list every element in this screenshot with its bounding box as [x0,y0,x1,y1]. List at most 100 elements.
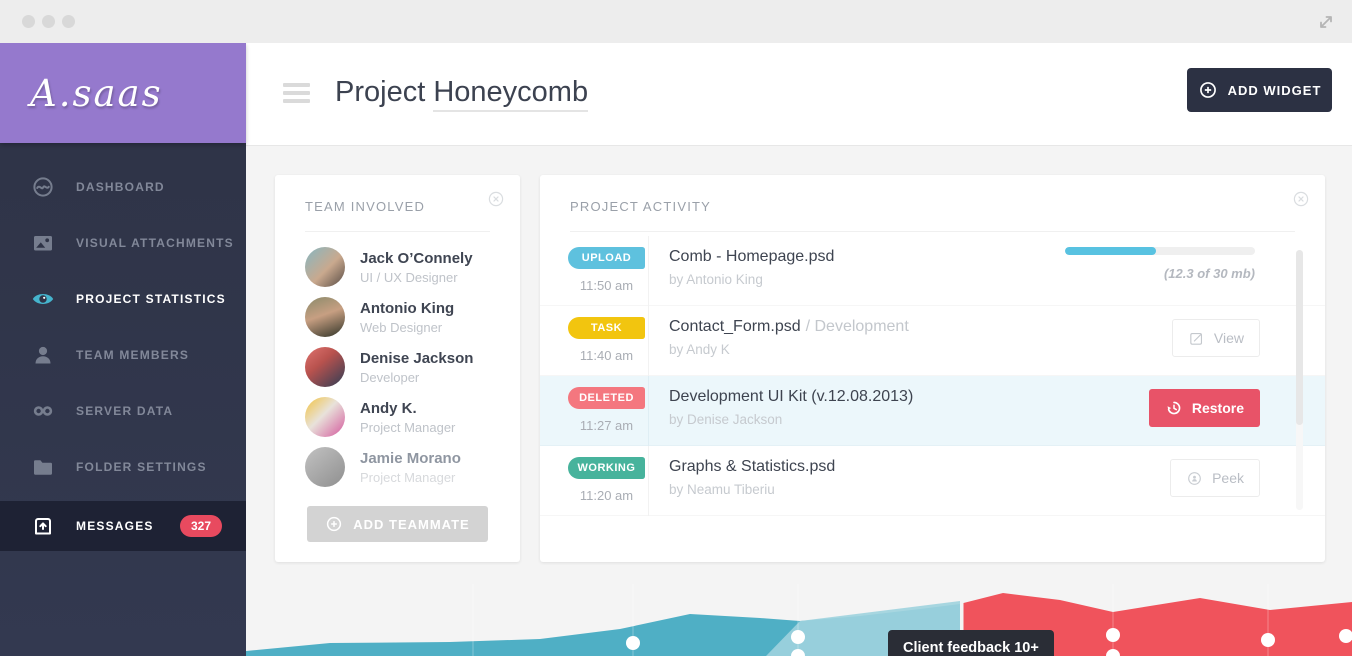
brand-logo: A.saas [0,43,246,143]
activity-title: Contact_Form.psd [669,318,801,335]
widget-title: PROJECT ACTIVITY [540,175,1325,214]
content-area: TEAM INVOLVED Jack O’Connely UI / UX Des… [246,145,1352,656]
project-activity-widget: PROJECT ACTIVITY UPLOAD 11:50 am Comb - … [540,175,1325,562]
sidebar-item-label: SERVER DATA [76,404,173,418]
status-badge: TASK [568,317,645,339]
add-teammate-button[interactable]: ADD TEAMMATE [307,506,488,542]
team-member-row: Antonio King Web Designer [275,292,520,342]
activity-author: by Antonio King [669,272,834,287]
folder-icon [31,455,55,479]
mail-icon [31,514,55,538]
status-badge: DELETED [568,387,645,409]
page-title-emphasis: Honeycomb [433,76,588,112]
activity-row-upload: UPLOAD 11:50 am Comb - Homepage.psd by A… [540,236,1325,306]
member-name: Antonio King [360,300,454,317]
add-widget-button[interactable]: ADD WIDGET [1187,68,1332,112]
sidebar-item-label: VISUAL ATTACHMENTS [76,236,234,250]
team-member-row: Denise Jackson Developer [275,342,520,392]
team-member-list: Jack O’Connely UI / UX Designer Antonio … [275,232,520,492]
team-member-row: Andy K. Project Manager [275,392,520,442]
messages-count-badge: 327 [180,515,222,537]
window-titlebar [0,0,1352,43]
activity-row-deleted: DELETED 11:27 am Development UI Kit (v.1… [540,376,1325,446]
activity-author: by Denise Jackson [669,412,913,427]
plus-circle-icon [325,515,343,533]
sidebar-item-server-data[interactable]: SERVER DATA [0,383,246,439]
activity-title-suffix: / Development [806,318,909,335]
resize-diagonal-icon[interactable] [1314,10,1338,34]
infinity-icon [31,399,55,423]
activity-time: 11:50 am [568,278,645,293]
team-involved-widget: TEAM INVOLVED Jack O’Connely UI / UX Des… [275,175,520,562]
avatar [305,397,345,437]
window-dot[interactable] [62,15,75,28]
member-name: Denise Jackson [360,350,473,367]
activity-title: Development UI Kit (v.12.08.2013) [669,388,913,406]
sidebar-item-folder-settings[interactable]: FOLDER SETTINGS [0,439,246,495]
activity-title: Graphs & Statistics.psd [669,458,835,476]
member-name: Andy K. [360,400,455,417]
activity-time: 11:20 am [568,488,645,503]
statistics-area-chart[interactable]: Client feedback 10+ [246,576,1352,656]
member-role: UI / UX Designer [360,270,473,285]
sidebar-item-label: TEAM MEMBERS [76,348,189,362]
dashboard-icon [31,175,55,199]
eye-icon [31,287,55,311]
close-icon[interactable] [487,190,505,208]
sidebar-item-messages[interactable]: MESSAGES 327 [0,501,246,551]
restore-button-label: Restore [1192,400,1244,416]
close-icon[interactable] [1292,190,1310,208]
window-dot[interactable] [42,15,55,28]
avatar [305,247,345,287]
avatar [305,297,345,337]
window-dot[interactable] [22,15,35,28]
scrollbar[interactable] [1296,250,1303,510]
sidebar-item-visual-attachments[interactable]: VISUAL ATTACHMENTS [0,215,246,271]
avatar [305,347,345,387]
scrollbar-thumb[interactable] [1296,250,1303,425]
restore-button[interactable]: Restore [1149,389,1260,427]
sidebar: A.saas DASHBOARD VISUAL ATTACHMENTS [0,43,246,656]
sidebar-item-label: FOLDER SETTINGS [76,460,207,474]
activity-author: by Neamu Tiberiu [669,482,835,497]
sidebar-item-team-members[interactable]: TEAM MEMBERS [0,327,246,383]
status-badge: WORKING [568,457,645,479]
chart-tooltip: Client feedback 10+ [888,630,1054,656]
member-role: Developer [360,370,473,385]
sidebar-item-project-statistics[interactable]: PROJECT STATISTICS [0,271,246,327]
avatar [305,447,345,487]
brand-logo-text: A.saas [30,72,163,115]
upload-progress: (12.3 of 30 mb) [1065,247,1255,281]
hamburger-menu-icon[interactable] [283,83,310,107]
edit-icon [1188,330,1205,347]
page-title-prefix: Project [335,76,425,108]
area-chart-svg [246,576,1352,656]
activity-row-task: TASK 11:40 am Contact_Form.psd/ Developm… [540,306,1325,376]
page-header: Project Honeycomb ADD WIDGET [246,43,1352,145]
person-icon [31,343,55,367]
add-widget-label: ADD WIDGET [1228,83,1322,98]
view-button-label: View [1214,330,1244,346]
upload-size-label: (12.3 of 30 mb) [1065,266,1255,281]
activity-title: Comb - Homepage.psd [669,248,834,266]
image-icon [31,231,55,255]
activity-row-list: UPLOAD 11:50 am Comb - Homepage.psd by A… [540,236,1325,516]
sidebar-item-dashboard[interactable]: DASHBOARD [0,159,246,215]
member-role: Project Manager [360,420,455,435]
sidebar-item-label: PROJECT STATISTICS [76,292,226,306]
peek-button[interactable]: Peek [1170,459,1260,497]
activity-time: 11:27 am [568,418,645,433]
progress-fill [1065,247,1156,255]
sidebar-item-label: MESSAGES [76,519,154,533]
member-role: Web Designer [360,320,454,335]
peek-button-label: Peek [1212,470,1244,486]
status-badge: UPLOAD [568,247,645,269]
add-teammate-label: ADD TEAMMATE [353,517,469,532]
member-name: Jack O’Connely [360,250,473,267]
activity-row-working: WORKING 11:20 am Graphs & Statistics.psd… [540,446,1325,516]
divider [570,231,1295,232]
sidebar-nav: DASHBOARD VISUAL ATTACHMENTS PROJECT [0,143,246,551]
member-role: Project Manager [360,470,461,485]
view-button[interactable]: View [1172,319,1260,357]
plus-circle-icon [1198,80,1218,100]
